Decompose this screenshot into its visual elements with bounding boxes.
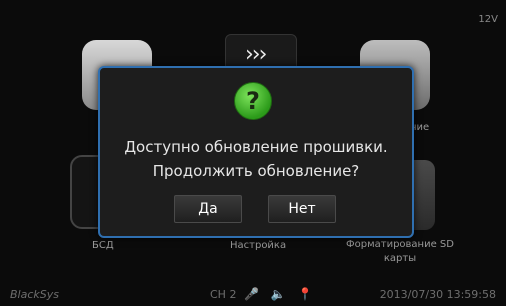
gps-icon: 📍 bbox=[297, 287, 317, 301]
status-icons: 🎤 🔈 📍 bbox=[244, 287, 317, 301]
datetime: 2013/07/30 13:59:58 bbox=[379, 288, 496, 301]
status-bar: BlackSys CH 2 🎤 🔈 📍 2013/07/30 13:59:58 bbox=[0, 286, 506, 306]
speaker-icon: 🔈 bbox=[270, 287, 290, 301]
yes-button[interactable]: Да bbox=[174, 195, 242, 223]
question-icon: ? bbox=[234, 82, 272, 120]
channel-indicator: CH 2 bbox=[210, 288, 237, 301]
mic-icon: 🎤 bbox=[244, 287, 263, 301]
bsd-label: БСД bbox=[92, 240, 114, 251]
home-screen: 12V ››› ние БСД Настройка Форматирование… bbox=[0, 0, 506, 306]
format-sd-label: Форматирование SD карты bbox=[346, 239, 454, 264]
no-button[interactable]: Нет bbox=[268, 195, 336, 223]
brand-logo: BlackSys bbox=[10, 288, 59, 301]
dialog-message-line2: Продолжить обновление? bbox=[152, 162, 360, 180]
firmware-update-dialog: ? Доступно обновление прошивки. Продолжи… bbox=[98, 66, 414, 238]
dialog-message-line1: Доступно обновление прошивки. bbox=[124, 138, 388, 156]
voltage-indicator: 12V bbox=[478, 14, 498, 25]
play-chevrons-icon: ››› bbox=[245, 42, 267, 67]
settings-label: Настройка bbox=[230, 240, 287, 251]
